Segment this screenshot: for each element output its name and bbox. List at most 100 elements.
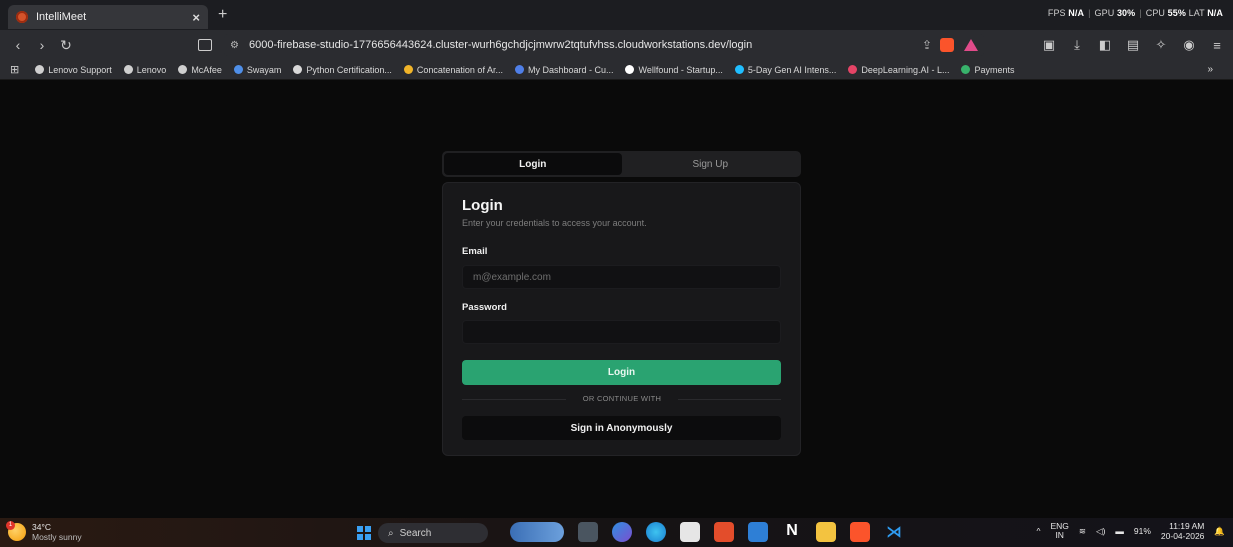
wallet-icon[interactable]: ▤ bbox=[1125, 37, 1141, 53]
bookmark-label: 5-Day Gen AI Intens... bbox=[747, 64, 837, 75]
fps-label: FPS bbox=[1047, 8, 1066, 18]
email-field[interactable]: m@example.com bbox=[462, 265, 781, 289]
bookmark-item[interactable]: Swayam bbox=[233, 64, 282, 75]
battery-icon[interactable]: ▬ bbox=[1115, 526, 1124, 536]
close-tab-icon[interactable]: × bbox=[192, 10, 200, 25]
bookmark-label: Swayam bbox=[246, 64, 282, 75]
bookmark-favicon-icon bbox=[734, 65, 744, 74]
bookmark-item[interactable]: Concatenation of Ar... bbox=[403, 64, 503, 75]
weather-widget[interactable]: 1 34°C Mostly sunny bbox=[6, 521, 82, 542]
bookmark-favicon-icon bbox=[514, 65, 524, 74]
tab-title: IntelliMeet bbox=[36, 11, 87, 23]
reload-icon[interactable]: ↻ bbox=[56, 37, 76, 54]
clock-date: 20-04-2026 bbox=[1160, 531, 1205, 541]
wifi-icon[interactable]: ≋ bbox=[1079, 526, 1086, 537]
bookmarks-overflow-button[interactable]: » bbox=[1207, 64, 1213, 75]
vscode-icon[interactable]: ⋊ bbox=[884, 522, 904, 542]
apps-grid-icon[interactable]: ⊞ bbox=[10, 63, 19, 76]
brave-shields-icon[interactable] bbox=[940, 38, 954, 52]
card-subtitle: Enter your credentials to access your ac… bbox=[462, 218, 647, 228]
edge-icon[interactable] bbox=[646, 522, 666, 542]
vpn-icon[interactable]: ◉ bbox=[1181, 37, 1197, 53]
volume-icon[interactable]: ◁) bbox=[1096, 526, 1105, 537]
search-label: Search bbox=[399, 527, 432, 539]
task-view-icon[interactable] bbox=[578, 522, 598, 542]
login-card: Login Enter your credentials to access y… bbox=[442, 182, 801, 456]
bookmark-label: Payments bbox=[974, 64, 1015, 75]
store-icon[interactable] bbox=[680, 522, 700, 542]
browser-nav-bar: ‹ › ↻ ⚙ 6000-firebase-studio-17766564436… bbox=[0, 30, 1233, 60]
mail-icon[interactable] bbox=[748, 522, 768, 542]
bookmark-favicon-icon bbox=[961, 65, 971, 74]
cpu-label: CPU bbox=[1145, 8, 1166, 18]
fps-value: N/A bbox=[1068, 8, 1085, 18]
language-indicator[interactable]: ENG IN bbox=[1050, 522, 1068, 540]
brave-rewards-icon[interactable] bbox=[964, 39, 978, 51]
card-title: Login bbox=[462, 197, 503, 214]
bookmark-item[interactable]: DeepLearning.AI - L... bbox=[848, 65, 949, 75]
new-tab-button[interactable]: + bbox=[218, 6, 227, 24]
bookmark-item[interactable]: Lenovo bbox=[123, 65, 166, 75]
bookmark-item[interactable]: Lenovo Support bbox=[35, 65, 112, 75]
sign-in-anonymously-button[interactable]: Sign in Anonymously bbox=[462, 416, 781, 440]
picture-in-picture-icon[interactable]: ▣ bbox=[1041, 37, 1057, 53]
bookmark-favicon-icon bbox=[293, 65, 303, 74]
leo-ai-icon[interactable]: ✧ bbox=[1153, 37, 1169, 53]
download-icon[interactable]: ⤓ bbox=[1069, 37, 1085, 53]
bookmark-favicon-icon bbox=[403, 65, 413, 74]
bookmark-label: DeepLearning.AI - L... bbox=[861, 64, 950, 75]
copilot-icon[interactable] bbox=[612, 522, 632, 542]
lat-label: LAT bbox=[1188, 8, 1205, 18]
system-tray: ^ ENG IN ≋ ◁) ▬ 91% 11:19 AM 20-04-2026 … bbox=[1036, 521, 1225, 541]
bookmark-icon[interactable] bbox=[198, 39, 212, 51]
clock[interactable]: 11:19 AM 20-04-2026 bbox=[1161, 521, 1204, 541]
tab-signup[interactable]: Sign Up bbox=[622, 153, 800, 175]
bookmark-item[interactable]: Wellfound - Startup... bbox=[625, 65, 723, 75]
bookmark-item[interactable]: 5-Day Gen AI Intens... bbox=[734, 64, 837, 75]
bookmarks-bar: ⊞ Lenovo Support Lenovo McAfee Swayam Python… bbox=[0, 60, 1233, 80]
notifications-icon[interactable]: 🔔 bbox=[1214, 526, 1225, 537]
browser-tab[interactable]: IntelliMeet × bbox=[8, 5, 208, 29]
chevron-up-icon[interactable]: ^ bbox=[1036, 526, 1040, 536]
bookmark-label: Python Certification... bbox=[306, 64, 392, 75]
site-settings-icon[interactable]: ⚙ bbox=[230, 40, 239, 51]
share-icon[interactable]: ⇪ bbox=[922, 38, 932, 52]
gpu-label: GPU bbox=[1094, 8, 1115, 18]
taskbar-search[interactable]: ⌕ Search bbox=[378, 523, 488, 543]
login-button[interactable]: Login bbox=[462, 360, 781, 385]
back-icon[interactable]: ‹ bbox=[8, 37, 28, 53]
tab-login[interactable]: Login bbox=[444, 153, 622, 175]
sidebar-icon[interactable]: ◧ bbox=[1097, 37, 1113, 53]
widgets-icon[interactable] bbox=[510, 522, 564, 542]
sun-icon: 1 bbox=[6, 521, 26, 541]
auth-tabs: Login Sign Up bbox=[442, 151, 801, 177]
bookmark-favicon-icon bbox=[178, 65, 188, 74]
bookmark-label: Concatenation of Ar... bbox=[416, 64, 503, 75]
bookmark-label: My Dashboard - Cu... bbox=[527, 64, 614, 75]
search-icon: ⌕ bbox=[388, 527, 394, 539]
forward-icon[interactable]: › bbox=[32, 37, 52, 53]
divider-text: OR CONTINUE WITH bbox=[566, 394, 678, 403]
bookmark-item[interactable]: McAfee bbox=[178, 65, 222, 75]
taskbar-apps: N ⋊ bbox=[510, 522, 904, 542]
file-explorer-icon[interactable] bbox=[816, 522, 836, 542]
bookmark-item[interactable]: Payments bbox=[961, 64, 1015, 75]
windows-start-icon[interactable] bbox=[357, 526, 371, 540]
address-bar[interactable]: ⚙ 6000-firebase-studio-1776656443624.clu… bbox=[224, 34, 984, 56]
menu-icon[interactable]: ≡ bbox=[1209, 38, 1225, 53]
password-label: Password bbox=[462, 302, 507, 313]
url-text[interactable]: 6000-firebase-studio-1776656443624.clust… bbox=[249, 39, 914, 51]
bookmark-item[interactable]: Python Certification... bbox=[293, 65, 392, 75]
password-field[interactable] bbox=[462, 320, 781, 344]
page-content: Login Sign Up Login Enter your credentia… bbox=[0, 81, 1233, 518]
bookmark-favicon-icon bbox=[233, 65, 243, 74]
bookmark-favicon-icon bbox=[625, 65, 635, 74]
cpu-value: 55% bbox=[1167, 8, 1186, 18]
bookmark-label: McAfee bbox=[191, 64, 222, 75]
bookmark-favicon-icon bbox=[848, 65, 858, 74]
bookmark-item[interactable]: My Dashboard - Cu... bbox=[514, 64, 614, 75]
office-icon[interactable] bbox=[714, 522, 734, 542]
notion-icon[interactable]: N bbox=[782, 522, 802, 542]
brave-icon[interactable] bbox=[850, 522, 870, 542]
bookmark-favicon-icon bbox=[35, 65, 45, 74]
